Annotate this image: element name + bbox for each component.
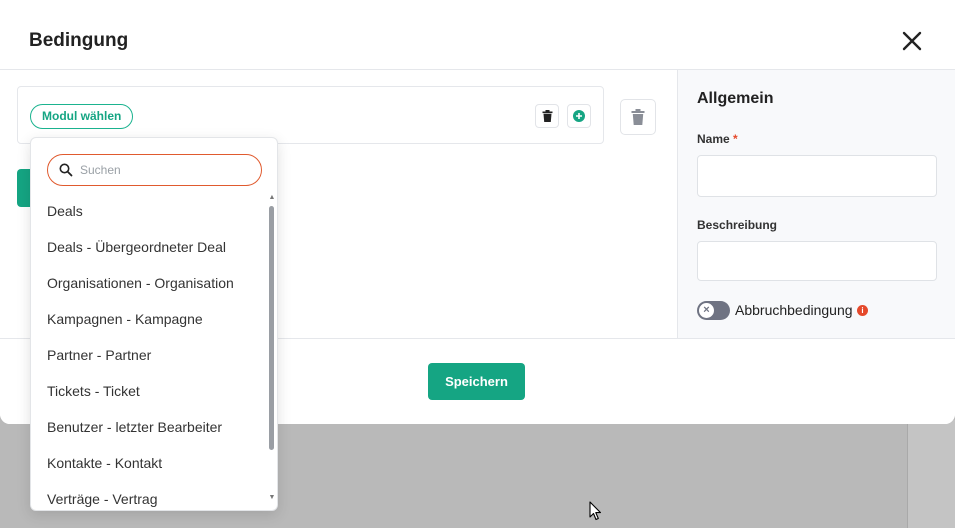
close-button[interactable] <box>898 27 926 55</box>
module-list: Deals Deals - Übergeordneter Deal Organi… <box>31 194 267 510</box>
general-sidebar: Allgemein Name * Beschreibung × Abbruchb… <box>677 70 955 338</box>
list-item[interactable]: Deals <box>47 203 83 219</box>
background-panel <box>907 420 955 528</box>
close-icon <box>902 31 922 51</box>
abort-condition-toggle[interactable]: × <box>697 301 730 320</box>
list-item[interactable]: Benutzer - letzter Bearbeiter <box>47 419 222 435</box>
description-input[interactable] <box>697 241 937 281</box>
list-item[interactable]: Organisationen - Organisation <box>47 275 234 291</box>
delete-condition-button[interactable] <box>535 104 559 128</box>
name-label-text: Name <box>697 132 730 146</box>
search-field <box>47 154 262 186</box>
list-item[interactable]: Partner - Partner <box>47 347 151 363</box>
scroll-down-icon[interactable]: ▼ <box>268 494 276 502</box>
description-label: Beschreibung <box>697 218 778 232</box>
toggle-off-icon: × <box>699 303 714 318</box>
modal-title: Bedingung <box>29 30 129 51</box>
name-label: Name * <box>697 132 738 146</box>
scrollbar-thumb[interactable] <box>269 206 274 450</box>
plus-circle-icon <box>573 110 585 122</box>
module-select-button[interactable]: Modul wählen <box>30 104 134 129</box>
delete-group-button[interactable] <box>620 99 656 135</box>
trash-icon <box>542 110 552 122</box>
search-icon <box>59 163 73 177</box>
scroll-up-icon[interactable]: ▲ <box>268 194 276 202</box>
add-condition-button[interactable] <box>567 104 591 128</box>
search-input[interactable] <box>80 159 250 181</box>
name-input[interactable] <box>697 155 937 197</box>
trash-icon <box>631 109 645 125</box>
sidebar-title: Allgemein <box>697 90 774 107</box>
module-dropdown: Deals Deals - Übergeordneter Deal Organi… <box>30 137 278 511</box>
info-icon[interactable]: i <box>857 305 868 316</box>
list-item[interactable]: Kontakte - Kontakt <box>47 455 162 471</box>
abort-condition-label: Abbruchbedingung <box>735 302 853 318</box>
condition-row: Modul wählen <box>17 86 604 144</box>
modal-header: Bedingung <box>0 0 955 70</box>
required-marker: * <box>733 132 738 146</box>
save-button[interactable]: Speichern <box>428 363 525 400</box>
list-scrollbar[interactable]: ▲ ▼ <box>267 194 277 508</box>
list-item[interactable]: Tickets - Ticket <box>47 383 140 399</box>
list-item[interactable]: Deals - Übergeordneter Deal <box>47 239 226 255</box>
list-item[interactable]: Verträge - Vertrag <box>47 491 158 507</box>
list-item[interactable]: Kampagnen - Kampagne <box>47 311 203 327</box>
mouse-cursor-icon <box>589 501 602 521</box>
